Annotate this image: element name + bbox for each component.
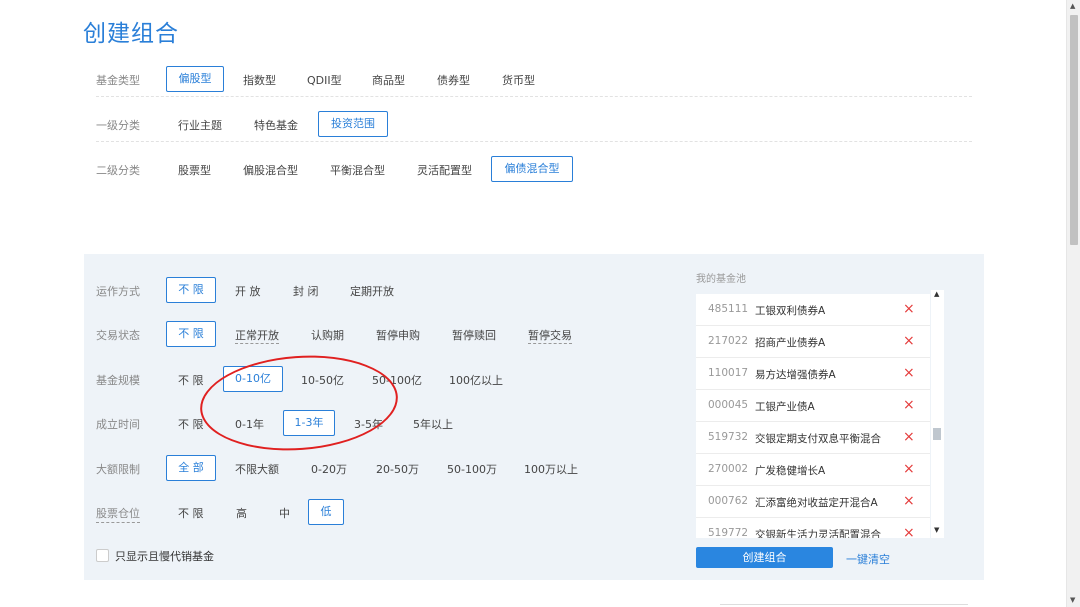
filter-option[interactable]: 认购期 bbox=[311, 327, 344, 343]
filter-option[interactable]: 封 闭 bbox=[293, 283, 319, 299]
filter-option[interactable]: 不 限 bbox=[178, 416, 204, 432]
filter-label: 交易状态 bbox=[96, 329, 140, 342]
list-item: 000045 工银产业债A × bbox=[696, 390, 930, 422]
level2-option[interactable]: 股票型 bbox=[178, 162, 211, 178]
fund-name: 交银新生活力灵活配置混合 bbox=[755, 529, 881, 538]
level1-option[interactable]: 投资范围 bbox=[318, 111, 388, 137]
remove-icon[interactable]: × bbox=[903, 461, 915, 477]
filter-label: 股票仓位 bbox=[96, 505, 140, 523]
fund-name: 工银双利债券A bbox=[755, 305, 826, 317]
filter-option[interactable]: 中 bbox=[279, 505, 290, 521]
level2-option[interactable]: 平衡混合型 bbox=[330, 162, 385, 178]
fund-code: 485111 bbox=[708, 303, 749, 315]
remove-icon[interactable]: × bbox=[903, 333, 915, 349]
filter-option[interactable]: 不 限 bbox=[166, 277, 216, 303]
filter-option-text: 暂停交易 bbox=[528, 329, 572, 344]
list-item: 217022 招商产业债券A × bbox=[696, 326, 930, 358]
level1-option[interactable]: 行业主题 bbox=[178, 117, 222, 133]
list-item: 110017 易方达增强债券A × bbox=[696, 358, 930, 390]
list-item: 485111 工银双利债券A × bbox=[696, 294, 930, 326]
fund-code: 217022 bbox=[708, 335, 749, 347]
fund-code: 110017 bbox=[708, 367, 749, 379]
fund-name: 汇添富绝对收益定开混合A bbox=[755, 497, 878, 509]
fund-code: 519772 bbox=[708, 527, 749, 538]
filter-label: 基金规模 bbox=[96, 374, 140, 387]
filter-option[interactable]: 不限大额 bbox=[235, 461, 279, 477]
filter-option[interactable]: 高 bbox=[236, 505, 247, 521]
list-item: 519772 交银新生活力灵活配置混合 × bbox=[696, 518, 930, 538]
fund-type-option[interactable]: 债券型 bbox=[437, 72, 470, 88]
level2-option[interactable]: 偏债混合型 bbox=[491, 156, 573, 182]
scroll-down-icon[interactable]: ▼ bbox=[1070, 596, 1075, 604]
only-show-checkbox[interactable] bbox=[96, 549, 109, 562]
filter-label: 大额限制 bbox=[96, 463, 140, 476]
filter-option[interactable]: 开 放 bbox=[235, 283, 261, 299]
scroll-up-icon[interactable]: ▲ bbox=[1070, 2, 1075, 10]
remove-icon[interactable]: × bbox=[903, 301, 915, 317]
divider bbox=[720, 604, 968, 605]
fund-type-label: 基金类型 bbox=[96, 74, 140, 87]
filter-option[interactable]: 50-100万 bbox=[447, 461, 497, 477]
fund-type-option[interactable]: QDII型 bbox=[307, 72, 342, 88]
remove-icon[interactable]: × bbox=[903, 525, 915, 538]
filter-option[interactable]: 定期开放 bbox=[350, 283, 394, 299]
fund-pool-list: 485111 工银双利债券A × 217022 招商产业债券A × 110017… bbox=[696, 294, 930, 538]
filter-option-text: 正常开放 bbox=[235, 329, 279, 344]
filter-option[interactable]: 正常开放 bbox=[235, 327, 279, 344]
only-show-label: 只显示且慢代销基金 bbox=[115, 550, 214, 563]
page-scrollbar[interactable]: ▲ ▼ bbox=[1066, 0, 1080, 607]
filter-option[interactable]: 暂停交易 bbox=[528, 327, 572, 344]
fund-name: 广发稳健增长A bbox=[755, 465, 826, 477]
filter-option[interactable]: 5年以上 bbox=[413, 416, 453, 432]
filter-option[interactable]: 暂停赎回 bbox=[452, 327, 496, 343]
pool-scrollbar[interactable]: ▲ ▼ bbox=[931, 290, 944, 538]
filter-label: 运作方式 bbox=[96, 285, 140, 298]
level1-label: 一级分类 bbox=[96, 119, 140, 132]
filter-option[interactable]: 全 部 bbox=[166, 455, 216, 481]
filter-option[interactable]: 不 限 bbox=[178, 505, 204, 521]
fund-name: 交银定期支付双息平衡混合 bbox=[755, 433, 881, 445]
remove-icon[interactable]: × bbox=[903, 429, 915, 445]
filter-option[interactable]: 不 限 bbox=[178, 372, 204, 388]
level2-label: 二级分类 bbox=[96, 164, 140, 177]
level2-option[interactable]: 灵活配置型 bbox=[417, 162, 472, 178]
filter-option[interactable]: 100万以上 bbox=[524, 461, 578, 477]
scroll-thumb[interactable] bbox=[933, 428, 941, 440]
remove-icon[interactable]: × bbox=[903, 365, 915, 381]
fund-type-option[interactable]: 货币型 bbox=[502, 72, 535, 88]
fund-code: 519732 bbox=[708, 431, 749, 443]
fund-name: 工银产业债A bbox=[755, 401, 815, 413]
list-item: 000762 汇添富绝对收益定开混合A × bbox=[696, 486, 930, 518]
divider bbox=[96, 141, 972, 142]
list-item: 270002 广发稳健增长A × bbox=[696, 454, 930, 486]
level2-option[interactable]: 偏股混合型 bbox=[243, 162, 298, 178]
fund-type-option[interactable]: 偏股型 bbox=[166, 66, 224, 92]
page-title: 创建组合 bbox=[83, 21, 179, 47]
scroll-thumb[interactable] bbox=[1070, 15, 1078, 245]
fund-type-option[interactable]: 指数型 bbox=[243, 72, 276, 88]
list-item: 519732 交银定期支付双息平衡混合 × bbox=[696, 422, 930, 454]
filter-option[interactable]: 低 bbox=[308, 499, 344, 525]
fund-name: 招商产业债券A bbox=[755, 337, 826, 349]
filter-option[interactable]: 100亿以上 bbox=[449, 372, 503, 388]
fund-type-option[interactable]: 商品型 bbox=[372, 72, 405, 88]
fund-name: 易方达增强债券A bbox=[755, 369, 836, 381]
filter-option[interactable]: 20-50万 bbox=[376, 461, 419, 477]
filter-option[interactable]: 0-20万 bbox=[311, 461, 347, 477]
level1-option[interactable]: 特色基金 bbox=[254, 117, 298, 133]
fund-code: 000045 bbox=[708, 399, 749, 411]
fund-code: 000762 bbox=[708, 495, 749, 507]
scroll-up-icon[interactable]: ▲ bbox=[934, 290, 939, 298]
remove-icon[interactable]: × bbox=[903, 397, 915, 413]
fund-code: 270002 bbox=[708, 463, 749, 475]
remove-icon[interactable]: × bbox=[903, 493, 915, 509]
filter-option[interactable]: 暂停申购 bbox=[376, 327, 420, 343]
divider bbox=[96, 96, 972, 97]
create-portfolio-button[interactable]: 创建组合 bbox=[696, 547, 833, 568]
scroll-down-icon[interactable]: ▼ bbox=[934, 526, 939, 534]
pool-title: 我的基金池 bbox=[696, 274, 746, 285]
filter-option[interactable]: 不 限 bbox=[166, 321, 216, 347]
clear-all-link[interactable]: 一键清空 bbox=[846, 551, 890, 567]
filter-label: 成立时间 bbox=[96, 418, 140, 431]
